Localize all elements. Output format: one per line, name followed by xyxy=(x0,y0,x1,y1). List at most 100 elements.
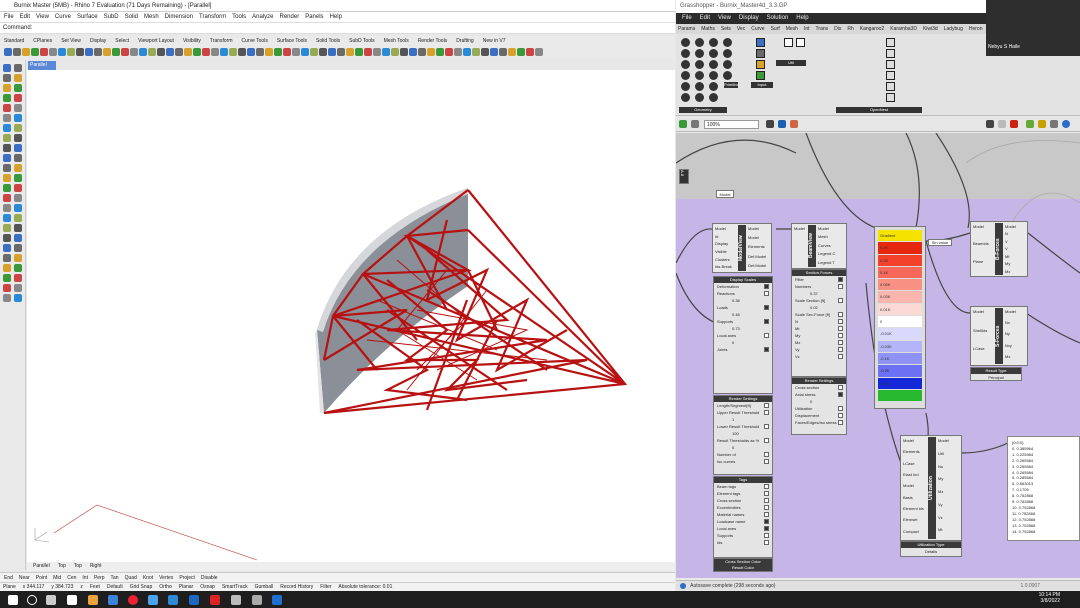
osnap-toggle[interactable]: Project xyxy=(179,575,195,581)
output-pin[interactable]: Def.Model xyxy=(748,263,766,268)
gh-canvas[interactable]: A-8 Model ModelView Model Id Display Visible… xyxy=(676,133,1080,578)
gh-opennest-icon[interactable] xyxy=(886,60,895,69)
panel-option[interactable]: Iso curves xyxy=(714,458,772,465)
mesh-icon[interactable] xyxy=(1026,120,1034,128)
input-pin[interactable]: Model xyxy=(903,438,914,443)
toolbar-tool-icon[interactable] xyxy=(112,48,120,56)
option-checkbox[interactable] xyxy=(838,284,843,289)
settings-icon[interactable] xyxy=(1050,120,1058,128)
toolbar-tool-icon[interactable] xyxy=(148,48,156,56)
toolbar-tool-icon[interactable] xyxy=(328,48,336,56)
gh-input-icon[interactable] xyxy=(756,71,765,80)
toolbar-tool-icon[interactable] xyxy=(193,48,201,56)
panel-option[interactable]: N xyxy=(792,318,846,325)
toolbar-tab[interactable]: Mesh Tools xyxy=(384,38,409,44)
left-tool-icon[interactable] xyxy=(3,244,11,252)
left-tool-icon[interactable] xyxy=(14,74,22,82)
slider-value[interactable]: 0 xyxy=(792,398,846,405)
panel-option[interactable]: Local axes xyxy=(714,332,772,339)
toolbar-tool-icon[interactable] xyxy=(220,48,228,56)
status-item[interactable]: SmartTrack xyxy=(222,584,248,590)
left-tool-icon[interactable] xyxy=(3,94,11,102)
sin-value-param[interactable]: Sin value xyxy=(928,239,952,246)
toolbar-tab[interactable]: Viewport Layout xyxy=(138,38,174,44)
option-checkbox[interactable] xyxy=(764,491,769,496)
toolbar-tool-icon[interactable] xyxy=(445,48,453,56)
left-tool-icon[interactable] xyxy=(3,84,11,92)
left-tool-icon[interactable] xyxy=(3,64,11,72)
gh-category-tab[interactable]: Int xyxy=(804,26,810,32)
left-tool-icon[interactable] xyxy=(14,284,22,292)
left-tool-icon[interactable] xyxy=(14,274,22,282)
osnap-toggle[interactable]: Perp xyxy=(94,575,105,581)
osnap-toggle[interactable]: Near xyxy=(19,575,30,581)
panel-option[interactable]: Eccentricities xyxy=(714,504,772,511)
gh-component-icon[interactable] xyxy=(695,93,704,102)
gh-category-tab[interactable]: Surf xyxy=(771,26,780,32)
panel-option[interactable]: Mz xyxy=(792,339,846,346)
slider-value[interactable]: 0.48 xyxy=(714,311,772,318)
gh-component-icon[interactable] xyxy=(695,38,704,47)
toolbar-tool-icon[interactable] xyxy=(283,48,291,56)
output-pin[interactable]: Util xyxy=(938,451,944,456)
eye-icon[interactable] xyxy=(778,120,786,128)
gh-category-tab[interactable]: Heron xyxy=(969,26,983,32)
panel-option[interactable]: Local axes xyxy=(714,525,772,532)
toolbar-tool-icon[interactable] xyxy=(436,48,444,56)
gh-component-icon[interactable] xyxy=(681,71,690,80)
left-tool-icon[interactable] xyxy=(14,114,22,122)
toolbar-tab[interactable]: Display xyxy=(90,38,106,44)
gh-component-icon[interactable] xyxy=(695,82,704,91)
output-pin[interactable]: Model xyxy=(1005,309,1016,314)
option-checkbox[interactable] xyxy=(838,298,843,303)
option-checkbox[interactable] xyxy=(764,410,769,415)
utilization-component[interactable]: Utilization Model Elements LCase Elast Ind Mo… xyxy=(900,435,962,541)
panel-option[interactable]: Element tags xyxy=(714,490,772,497)
left-tool-icon[interactable] xyxy=(3,294,11,302)
slider-value[interactable]: 0 xyxy=(714,444,772,451)
gh-category-tab[interactable]: Karamba3D xyxy=(890,26,917,32)
gh-menu-item[interactable]: Display xyxy=(739,15,759,21)
mail-icon[interactable] xyxy=(168,595,178,605)
slider-value[interactable]: 1 xyxy=(714,416,772,423)
osnap-toggle[interactable]: Int xyxy=(82,575,88,581)
output-pin[interactable]: Curves xyxy=(818,243,831,248)
output-pin[interactable]: Nu xyxy=(938,464,943,469)
preview-selected-icon[interactable] xyxy=(1010,120,1018,128)
left-tool-icon[interactable] xyxy=(14,184,22,192)
output-pin[interactable]: My xyxy=(1005,261,1010,266)
panel-option[interactable]: Ids xyxy=(714,539,772,546)
cluster-node[interactable]: A-8 xyxy=(679,169,689,184)
osnap-toggle[interactable]: Tan xyxy=(111,575,119,581)
option-checkbox[interactable] xyxy=(764,512,769,517)
panel-option[interactable]: Material names xyxy=(714,511,772,518)
status-item[interactable]: y 384.723 xyxy=(51,584,73,590)
menu-item[interactable]: Solid xyxy=(125,14,138,20)
left-tool-icon[interactable] xyxy=(14,214,22,222)
toolbar-tab[interactable]: Set View xyxy=(61,38,81,44)
panel-option[interactable]: My xyxy=(792,332,846,339)
panel-option[interactable]: Displacement xyxy=(792,412,846,419)
option-checkbox[interactable] xyxy=(764,403,769,408)
status-item[interactable]: Absolute tolerance: 0.01 xyxy=(338,584,392,590)
toolbar-tool-icon[interactable] xyxy=(409,48,417,56)
panel-option[interactable]: Number of xyxy=(714,451,772,458)
toolbar-tab[interactable]: Curve Tools xyxy=(242,38,268,44)
input-pin[interactable]: Model xyxy=(903,483,914,488)
panel-option[interactable]: Length/Segment[ft] xyxy=(714,402,772,409)
option-checkbox[interactable] xyxy=(764,519,769,524)
gh-component-icon[interactable] xyxy=(681,38,690,47)
toolbar-tab[interactable]: Surface Tools xyxy=(277,38,307,44)
option-checkbox[interactable] xyxy=(764,333,769,338)
left-tool-icon[interactable] xyxy=(14,84,22,92)
input-pin[interactable]: Clusters xyxy=(715,257,730,262)
utilization-type-value[interactable]: Details xyxy=(901,548,961,556)
output-pin[interactable]: Legend T xyxy=(818,260,835,265)
sphere-icon[interactable] xyxy=(1062,120,1070,128)
left-tool-icon[interactable] xyxy=(14,104,22,112)
toolbar-tab[interactable]: Drafting xyxy=(456,38,474,44)
left-tool-icon[interactable] xyxy=(14,294,22,302)
toolbar-tab[interactable]: Select xyxy=(115,38,129,44)
input-pin[interactable]: Id xyxy=(715,234,718,239)
gh-menu-item[interactable]: Help xyxy=(796,15,808,21)
